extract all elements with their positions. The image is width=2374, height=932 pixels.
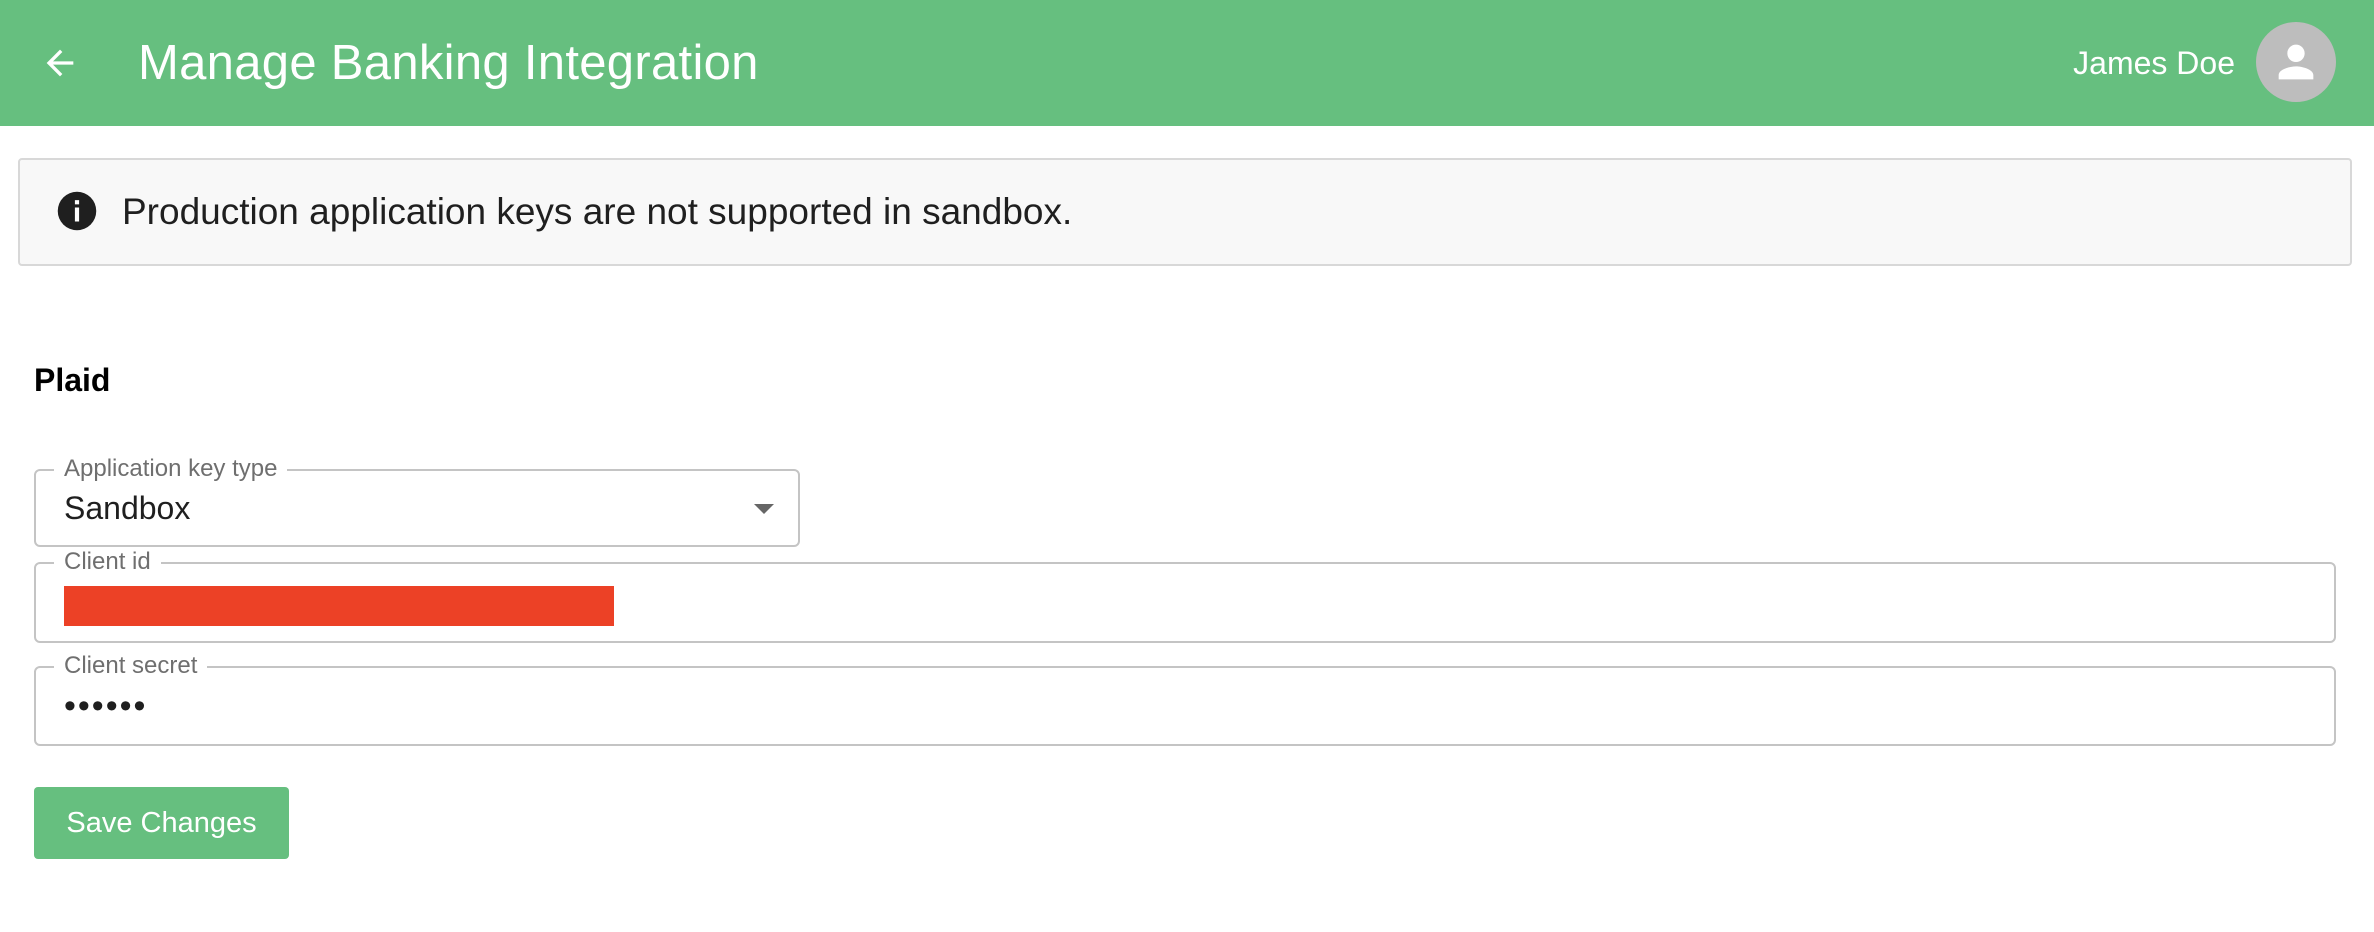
save-changes-button[interactable]: Save Changes bbox=[34, 787, 289, 859]
person-icon bbox=[2278, 44, 2314, 80]
redacted-client-id bbox=[64, 586, 614, 626]
user-name[interactable]: James Doe bbox=[2073, 0, 2235, 126]
arrow-left-icon bbox=[46, 49, 74, 77]
application-key-type-select[interactable]: Application key type Sandbox bbox=[34, 456, 800, 547]
avatar[interactable] bbox=[2256, 22, 2336, 102]
info-alert: Production application keys are not supp… bbox=[18, 158, 2352, 266]
info-icon bbox=[57, 191, 97, 231]
client-id-field[interactable]: Client id bbox=[34, 549, 2336, 643]
page-title: Manage Banking Integration bbox=[138, 36, 759, 90]
alert-message: Production application keys are not supp… bbox=[122, 191, 1073, 232]
application-key-type-value: Sandbox bbox=[64, 490, 191, 526]
app-bar: Manage Banking Integration James Doe bbox=[0, 0, 2374, 126]
back-button[interactable] bbox=[30, 33, 90, 93]
dropdown-arrow-icon[interactable] bbox=[754, 504, 774, 514]
client-secret-field[interactable]: Client secret •••••• bbox=[34, 653, 2336, 746]
client-id-label: Client id bbox=[54, 549, 161, 575]
client-secret-value: •••••• bbox=[64, 687, 148, 725]
section-title: Plaid bbox=[34, 362, 111, 398]
